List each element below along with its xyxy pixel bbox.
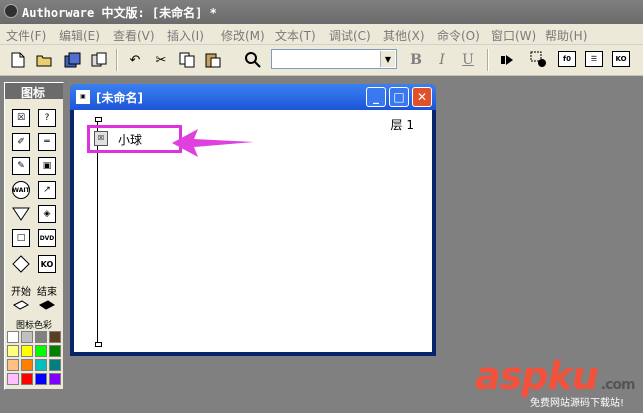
menu-command[interactable]: 命令(O) [437, 27, 480, 44]
menu-help[interactable]: 帮助(H) [545, 27, 587, 44]
save-all-icon[interactable] [63, 50, 83, 70]
start-flag-icon[interactable] [13, 299, 29, 314]
menu-modify[interactable]: 修改(M) [221, 27, 265, 44]
color-swatch[interactable] [21, 345, 33, 357]
color-swatch[interactable] [21, 359, 33, 371]
menu-file[interactable]: 文件(F) [6, 27, 46, 44]
color-swatch[interactable] [7, 345, 19, 357]
app-title-bar: Authorware 中文版: [未命名] * [0, 0, 643, 24]
decision-icon[interactable]: WAIT [12, 181, 30, 199]
run-icon[interactable] [497, 50, 517, 70]
watermark: aspku .com 免费网站源码下载站! [470, 356, 640, 411]
knowledge-objects-icon[interactable]: KO [612, 51, 630, 67]
motion-icon[interactable]: ? [38, 109, 56, 127]
authorware-app-icon[interactable] [4, 4, 18, 18]
design-window: ▣ [未命名] _ □ ✕ 层 1 ☒ 小球 [70, 84, 436, 356]
control-panel-icon[interactable] [529, 50, 549, 70]
find-icon[interactable] [243, 50, 263, 70]
color-swatch[interactable] [35, 345, 47, 357]
functions-icon[interactable]: f0 [558, 51, 576, 67]
navigate-icon[interactable]: ✎ [12, 157, 30, 175]
erase-icon[interactable]: ✐ [12, 133, 30, 151]
icon-name-label[interactable]: 小球 [118, 131, 142, 148]
icon-palette-title: 图标 [21, 86, 46, 100]
design-window-title: [未命名] [96, 91, 143, 105]
map-icon[interactable]: ◈ [38, 205, 56, 223]
design-window-icon: ▣ [76, 90, 90, 104]
menu-bar: 文件(F) 编辑(E) 查看(V) 插入(I) 修改(M) 文本(T) 调试(C… [0, 24, 643, 45]
app-title: Authorware 中文版: [未命名] * [22, 6, 217, 20]
color-swatch[interactable] [35, 331, 47, 343]
menu-edit[interactable]: 编辑(E) [59, 27, 100, 44]
color-swatch[interactable] [21, 373, 33, 385]
knowledge-object-icon[interactable]: KO [38, 255, 56, 273]
color-swatch[interactable] [7, 359, 19, 371]
color-swatch[interactable] [21, 331, 33, 343]
undo-icon[interactable]: ↶ [125, 50, 145, 70]
menu-insert[interactable]: 插入(I) [167, 27, 204, 44]
highlighted-icon-box: ☒ 小球 [87, 125, 182, 153]
flowline-end-cap [95, 342, 102, 347]
icon-palette: 图标 ☒ ? ✐ ═ ✎ ▣ WAIT ↗ ◈ □ DVD KO 开始 结束 图… [4, 82, 64, 390]
bold-icon[interactable]: B [406, 50, 426, 70]
color-swatch[interactable] [7, 373, 19, 385]
watermark-logo-text: aspku [475, 354, 599, 398]
color-swatch[interactable] [49, 345, 61, 357]
watermark-logo-suffix: .com [600, 377, 636, 393]
toolbar-separator [116, 49, 118, 71]
import-icon[interactable] [89, 50, 109, 70]
italic-icon[interactable]: I [432, 50, 452, 70]
color-swatch[interactable] [49, 373, 61, 385]
framework-icon[interactable]: ▣ [38, 157, 56, 175]
layer-label: 层 1 [390, 118, 414, 132]
end-flag-label: 结束 [37, 287, 57, 298]
end-flag-icon[interactable] [39, 299, 55, 314]
icon-palette-title-bar[interactable]: 图标 [5, 83, 63, 100]
menu-other[interactable]: 其他(X) [383, 27, 425, 44]
text-style-dropdown[interactable]: ▼ [271, 49, 397, 69]
interaction-icon[interactable]: ↗ [38, 181, 56, 199]
color-swatch[interactable] [49, 331, 61, 343]
copy-icon[interactable] [177, 50, 197, 70]
underline-icon[interactable]: U [458, 50, 478, 70]
new-icon[interactable] [8, 50, 28, 70]
close-button[interactable]: ✕ [412, 87, 432, 107]
maximize-button[interactable]: □ [389, 87, 409, 107]
menu-window[interactable]: 窗口(W) [491, 27, 536, 44]
flowline-start-cap [95, 117, 102, 122]
menu-debug[interactable]: 调试(C) [329, 27, 371, 44]
menu-view[interactable]: 查看(V) [113, 27, 155, 44]
design-window-title-bar[interactable]: ▣ [未命名] _ □ ✕ [70, 84, 436, 110]
color-swatch[interactable] [7, 331, 19, 343]
paste-icon[interactable] [203, 50, 223, 70]
calculation-icon[interactable] [12, 205, 30, 223]
cut-icon[interactable]: ✂ [151, 50, 171, 70]
color-swatch-grid [7, 331, 63, 387]
toolbar: ↶ ✂ ▼ B I U f0 ☰ KO [0, 45, 643, 76]
variables-icon[interactable]: ☰ [585, 51, 603, 67]
minimize-button[interactable]: _ [366, 87, 386, 107]
chevron-down-icon[interactable]: ▼ [380, 51, 395, 67]
color-swatch[interactable] [49, 359, 61, 371]
toolbar-separator [487, 49, 489, 71]
sound-icon[interactable]: DVD [38, 229, 56, 247]
color-swatch[interactable] [35, 359, 47, 371]
digital-movie-icon[interactable]: □ [12, 229, 30, 247]
wait-icon[interactable]: ═ [38, 133, 56, 151]
annotation-arrow [172, 129, 254, 157]
watermark-subtitle: 免费网站源码下载站! [530, 398, 625, 409]
menu-text[interactable]: 文本(T) [275, 27, 316, 44]
display-icon[interactable]: ☒ [94, 131, 108, 146]
start-flag-label: 开始 [11, 287, 31, 298]
color-swatch[interactable] [35, 373, 47, 385]
display-icon[interactable]: ☒ [12, 109, 30, 127]
open-icon[interactable] [35, 50, 55, 70]
icon-colors-label: 图标色彩 [15, 321, 52, 331]
main-flowline [97, 120, 98, 345]
video-icon[interactable] [12, 255, 30, 273]
